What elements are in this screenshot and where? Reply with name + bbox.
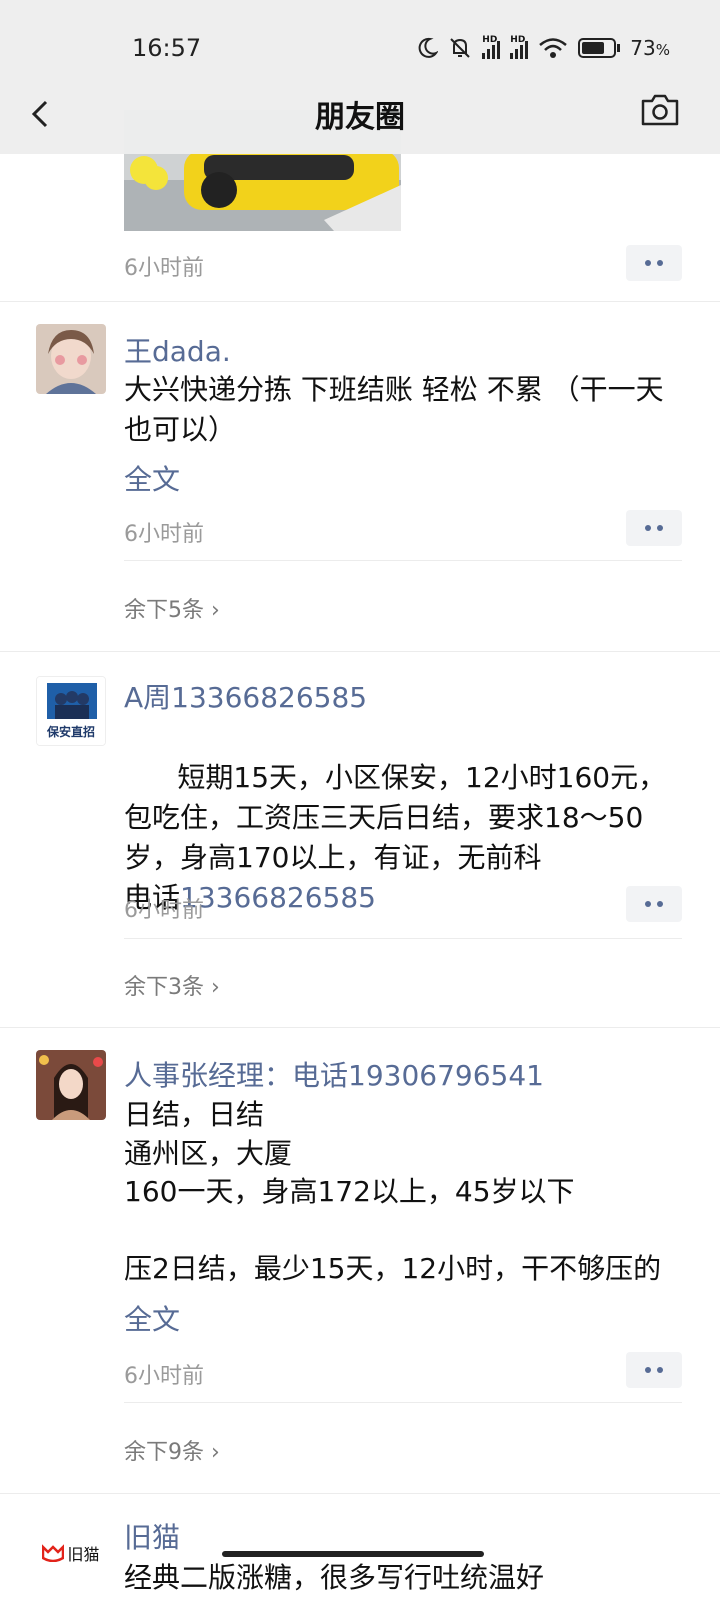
dot-icon [645,260,651,266]
dot-icon [645,1367,651,1373]
remaining-label: 余下5条 [124,598,204,623]
avatar[interactable]: 旧猫 [36,1518,106,1588]
post-time: 6小时前 [124,1364,204,1389]
dot-icon [645,525,651,531]
hd-label: HD [510,35,526,45]
post-body: 短期15天，小区保安，12小时160元，包吃住，工资压三天后日结，要求18～50… [124,761,667,874]
dot-icon [657,260,663,266]
camera-icon[interactable] [640,92,680,128]
post: 旧猫 旧猫 经典二版涨糖，很多写行吐统温好 [0,1494,720,1600]
full-text-link[interactable]: 全文 [124,458,180,498]
dot-icon [657,901,663,907]
cat-logo-icon [42,1544,65,1562]
post-text: 大兴快递分拣 下班结账 轻松 不累 （干一天也可以） [124,373,664,446]
avatar[interactable] [36,1050,106,1120]
battery-icon [578,38,621,58]
remaining-posts-link[interactable]: 余下5条 › [124,592,220,624]
post-time: 6小时前 [124,898,204,923]
battery-unit: % [655,41,670,59]
post-author[interactable]: 王dada. [124,330,231,370]
post-text: 日结，日结 通州区，大厦 160一天，身高172以上，45岁以下 压2日结，最少… [124,1098,662,1285]
remaining-posts-link[interactable]: 余下9条 › [124,1434,220,1466]
chevron-right-icon: › [211,598,220,623]
post: 人事张经理：电话19306796541 日结，日结 通州区，大厦 160一天，身… [0,1028,720,1494]
moments-feed: 6小时前 王dada. 大兴快递分拣 下班结账 轻松 不累 （干一天也可以） 全… [0,0,720,1600]
dot-icon [645,901,651,907]
dot-icon [657,1367,663,1373]
wifi-icon [539,38,568,58]
remaining-label: 余下9条 [124,1440,204,1465]
more-actions-button[interactable] [626,886,682,922]
post: 王dada. 大兴快递分拣 下班结账 轻松 不累 （干一天也可以） 全文 6小时… [0,302,720,652]
moon-icon [418,37,439,58]
signal-icon: HD [482,35,501,59]
avatar[interactable]: 保安直招 [36,676,106,746]
chevron-right-icon: › [211,975,220,1000]
page-title: 朋友圈 [315,100,405,135]
top-bar: 16:57 HD HD 73% 朋友圈 [0,0,720,154]
remaining-posts-link[interactable]: 余下3条 › [124,969,220,1001]
post-time: 6小时前 [124,522,204,547]
post-author[interactable]: 旧猫 [124,1516,180,1556]
divider [124,938,682,939]
post-text: 短期15天，小区保安，12小时160元，包吃住，工资压三天后日结，要求18～50… [124,718,684,958]
post-time: 6小时前 [124,256,204,281]
home-indicator[interactable] [222,1551,484,1557]
hd-label: HD [482,35,498,45]
battery-value: 73 [630,36,656,60]
status-icons: HD HD 73% [416,35,670,60]
post-text: 经典二版涨糖，很多写行吐统温好 [124,1561,545,1594]
chevron-right-icon: › [211,1440,220,1465]
status-bar: 16:57 HD HD 73% [0,0,720,90]
more-actions-button[interactable] [626,510,682,546]
dot-icon [657,525,663,531]
nav-bar: 朋友圈 [0,80,720,150]
post-author[interactable]: A周13366826585 [124,676,367,716]
post-author[interactable]: 人事张经理：电话19306796541 [124,1054,544,1094]
clock: 16:57 [132,34,202,62]
more-actions-button[interactable] [626,245,682,281]
phone-link[interactable]: 13366826585 [180,881,376,914]
avatar-label: 保安直招 [46,725,95,739]
full-text-link[interactable]: 全文 [124,1298,180,1338]
bell-muted-icon [450,38,470,58]
logo-label: 旧猫 [67,1545,100,1564]
signal-icon: HD [510,35,529,59]
post: 保安直招 A周13366826585 短期15天，小区保安，12小时160元，包… [0,652,720,1028]
battery-percent: 73% [630,36,670,60]
remaining-label: 余下3条 [124,975,204,1000]
divider [124,1402,682,1403]
avatar[interactable] [36,324,106,394]
more-actions-button[interactable] [626,1352,682,1388]
divider [124,560,682,561]
